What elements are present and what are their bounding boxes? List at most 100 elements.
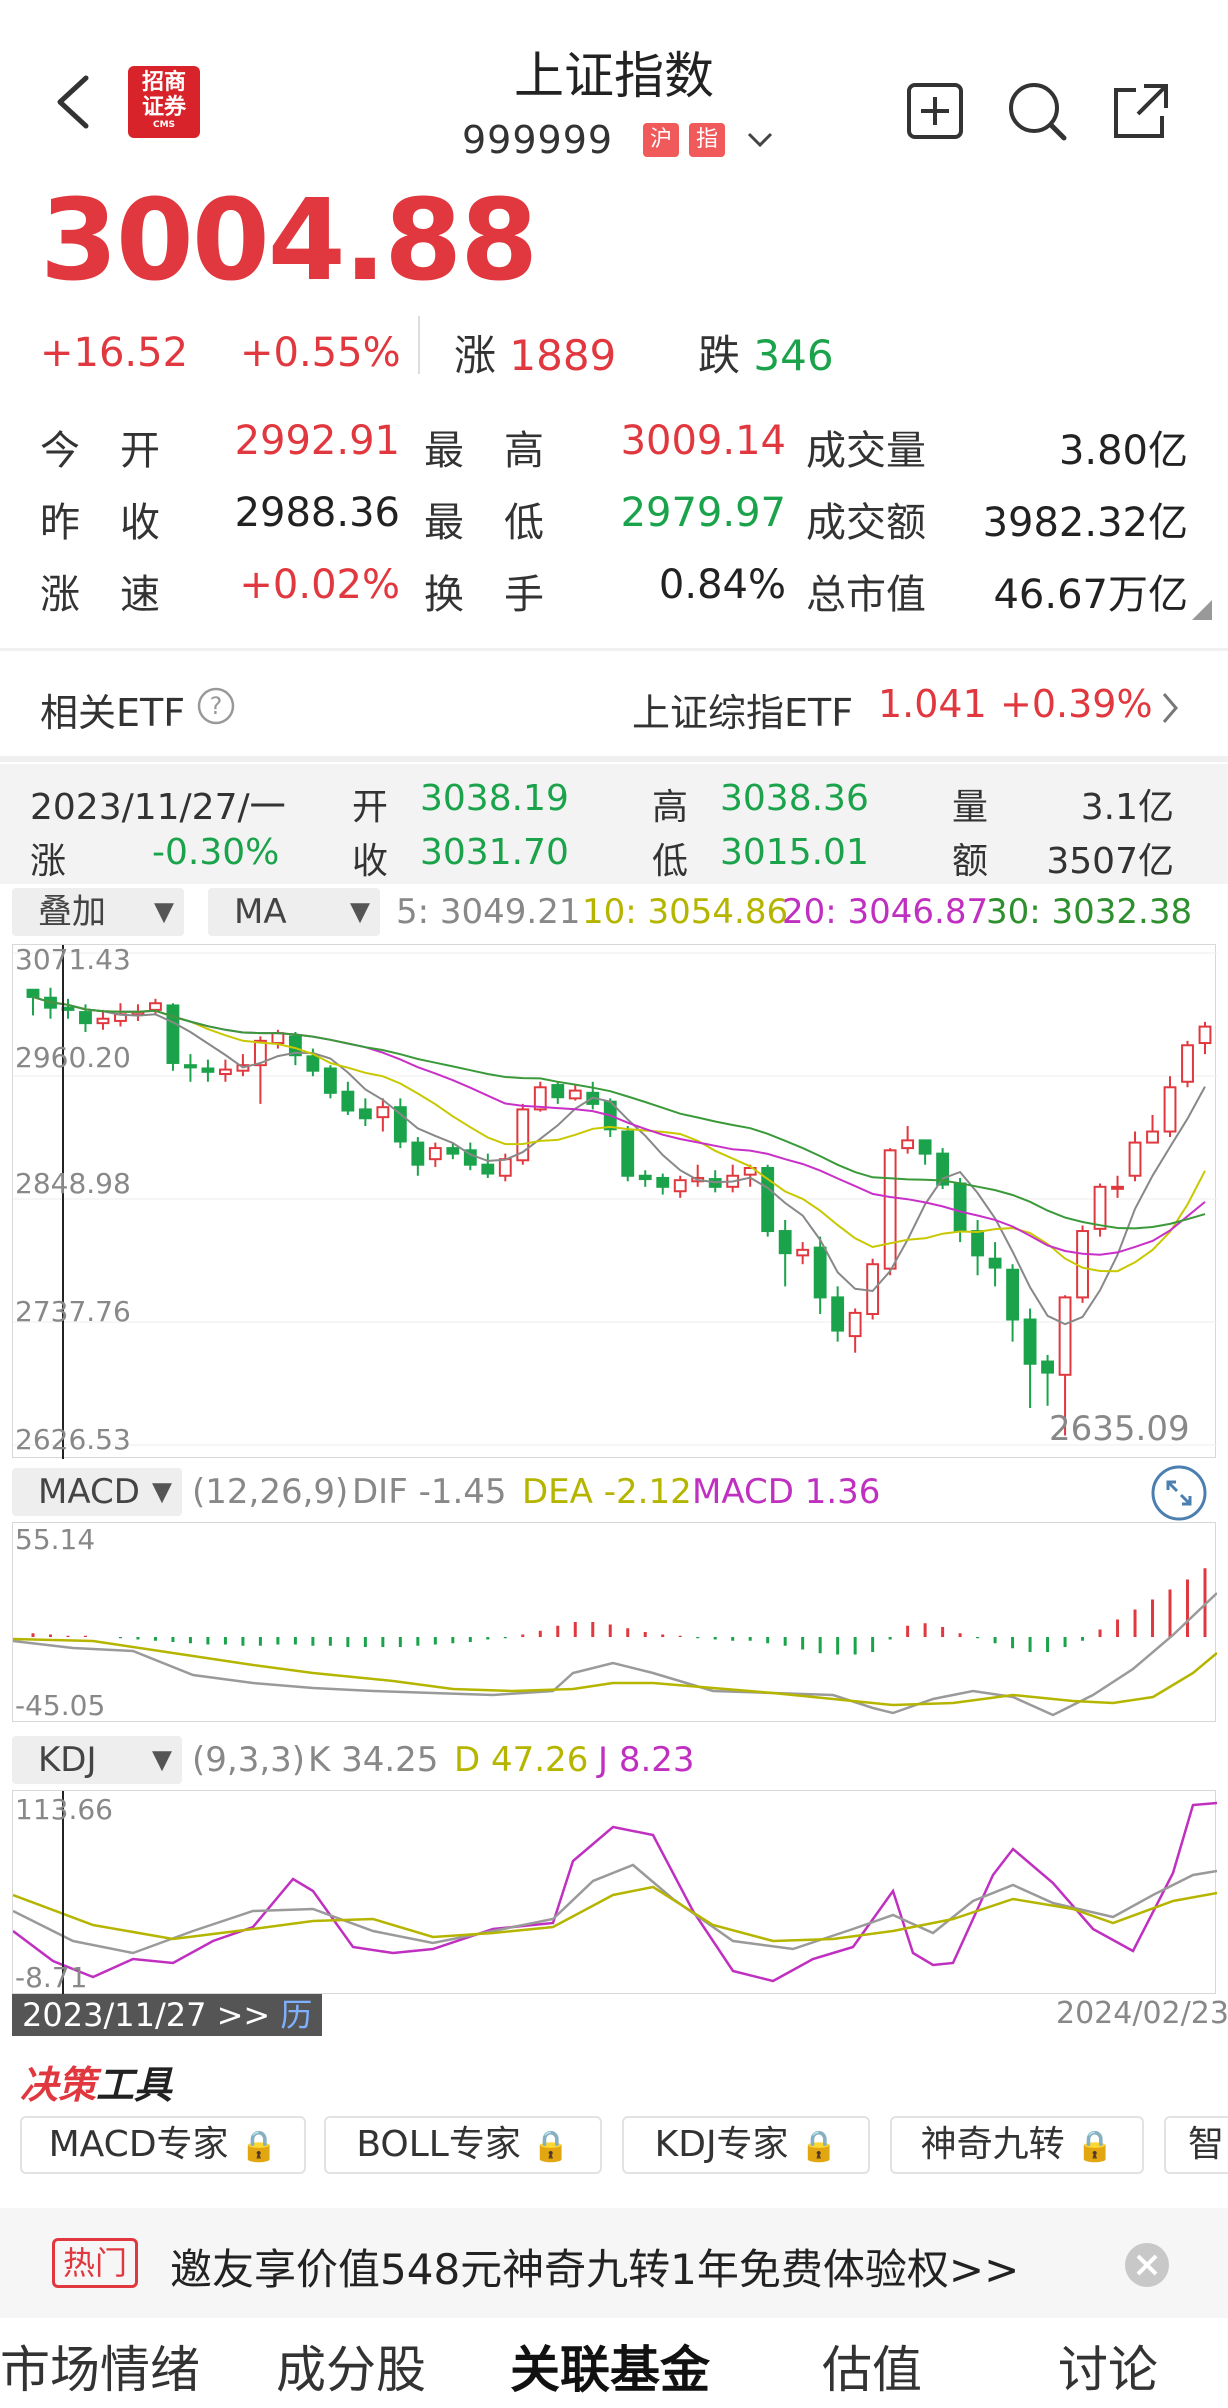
promo-banner[interactable]: 热门 邀友享价值548元神奇九转1年免费体验权>> xyxy=(0,2208,1228,2318)
ma5-value: 5: 3049.21 xyxy=(396,892,581,932)
candle-body xyxy=(673,1179,687,1193)
candle-body xyxy=(1093,1185,1107,1230)
stat-label: 今 开 xyxy=(40,428,160,474)
ma5-line xyxy=(32,995,1206,1326)
close-icon[interactable] xyxy=(1124,2242,1170,2288)
search-icon[interactable] xyxy=(1006,80,1068,142)
top-bar: 招商 证券 CMS 上证指数 999999 沪 指 xyxy=(0,0,1228,180)
ma10-line xyxy=(32,995,1206,1273)
promo-text: 邀友享价值548元神奇九转1年免费体验权>> xyxy=(170,2245,1020,2294)
stat-label: 涨 速 xyxy=(40,572,160,618)
add-watchlist-icon[interactable] xyxy=(906,82,964,140)
ma20-line xyxy=(32,995,1206,1256)
candle-body xyxy=(271,1032,285,1045)
etf-price: 1.041 xyxy=(878,682,987,726)
fullscreen-icon[interactable] xyxy=(1150,1464,1208,1522)
lock-icon: 🔒 xyxy=(1076,2129,1114,2164)
ma30-value: 30: 3032.38 xyxy=(986,892,1193,932)
chg-label: 涨 xyxy=(30,841,67,882)
candle-body xyxy=(358,1108,372,1120)
candle-body xyxy=(551,1084,565,1099)
back-arrow-icon[interactable] xyxy=(52,72,92,132)
amt-label: 额 xyxy=(952,841,989,882)
axis-label: 55.14 xyxy=(15,1523,96,1556)
magic-nine-button[interactable]: 神奇九转 🔒 xyxy=(890,2116,1144,2174)
macd-expert-button[interactable]: MACD专家 🔒 xyxy=(20,2116,306,2174)
candle-body xyxy=(184,1064,197,1069)
divider xyxy=(418,316,420,374)
price-change-pct: +0.55% xyxy=(240,330,401,376)
candle-body xyxy=(1041,1360,1054,1374)
lock-icon: 🔒 xyxy=(240,2129,278,2164)
tab-discussion[interactable]: 讨论 xyxy=(1058,2330,1158,2402)
open-label: 开 xyxy=(352,787,389,828)
last-price: 3004.88 xyxy=(40,176,538,306)
index-badge: 指 xyxy=(689,123,726,157)
open-value: 3038.19 xyxy=(420,778,569,819)
stat-label: 总市值 xyxy=(806,572,926,618)
candle-body xyxy=(796,1248,810,1257)
kdj-expert-button[interactable]: KDJ专家 🔒 xyxy=(622,2116,870,2174)
axis-label: 113.66 xyxy=(15,1793,113,1826)
tools-title: 决策工具 xyxy=(20,2063,173,2107)
axis-label: 2960.20 xyxy=(15,1041,131,1074)
candle-body xyxy=(971,1230,985,1257)
ma-dropdown[interactable]: MA ▼ xyxy=(208,888,380,936)
tab-constituents[interactable]: 成分股 xyxy=(276,2330,426,2402)
macd-dropdown[interactable]: MACD ▼ xyxy=(12,1468,182,1516)
candle-body xyxy=(866,1263,880,1315)
market-badge: 沪 xyxy=(643,123,680,157)
candle-body xyxy=(306,1055,320,1072)
macd-chart[interactable]: 55.14 -45.05 xyxy=(12,1522,1217,1722)
history-date-tag[interactable]: 2023/11/27 >> 历 xyxy=(12,1994,323,2036)
stat-value: 2979.97 xyxy=(620,490,786,536)
ma20-value: 20: 3046.87 xyxy=(782,892,989,932)
candle-body xyxy=(1163,1086,1177,1133)
candle-body xyxy=(813,1246,827,1299)
candle-body xyxy=(1058,1296,1072,1376)
candle-body xyxy=(166,1004,180,1064)
candle-body xyxy=(1006,1268,1020,1321)
kdj-chart[interactable]: 113.66 -8.71 xyxy=(12,1790,1217,1995)
overlay-dropdown[interactable]: 叠加 ▼ xyxy=(12,888,184,936)
tab-market-sentiment[interactable]: 市场情绪 xyxy=(0,2330,200,2402)
dea-value: DEA -2.12 xyxy=(522,1472,692,1512)
expand-corner-icon[interactable] xyxy=(1192,600,1212,620)
candle-body xyxy=(1023,1318,1037,1365)
axis-label: -8.71 xyxy=(15,1961,88,1994)
candle-body xyxy=(568,1089,582,1100)
tab-related-funds[interactable]: 关联基金 xyxy=(510,2330,710,2402)
candle-body xyxy=(149,1002,162,1011)
candle-body xyxy=(901,1139,915,1150)
candle-body xyxy=(1198,1025,1212,1045)
candle-body xyxy=(778,1230,792,1255)
code-row[interactable]: 999999 沪 指 xyxy=(462,118,775,162)
kdj-dropdown[interactable]: KDJ ▼ xyxy=(12,1736,182,1784)
candle-body xyxy=(446,1147,460,1155)
stat-label: 成交额 xyxy=(806,500,926,546)
end-date: 2024/02/23 xyxy=(1056,1996,1228,2031)
candle-body xyxy=(376,1106,390,1119)
stats-grid: 今 开 2992.91 最 高 3009.14 成交量 3.80亿 昨 收 29… xyxy=(0,414,1228,630)
candle-body xyxy=(1146,1130,1159,1144)
help-icon[interactable]: ? xyxy=(196,686,236,726)
stat-label: 最 低 xyxy=(424,500,544,546)
candle-body xyxy=(1111,1185,1124,1190)
stat-label: 昨 收 xyxy=(40,500,160,546)
candle-body xyxy=(481,1163,495,1175)
smart-tool-button[interactable]: 智 xyxy=(1164,2116,1228,2174)
candle-body xyxy=(638,1174,652,1181)
dea-line xyxy=(13,1637,1217,1707)
candlestick-chart[interactable]: 3071.43 2960.20 2848.98 2737.76 2626.53 … xyxy=(12,943,1217,1459)
candle-body xyxy=(953,1182,967,1233)
tab-valuation[interactable]: 估值 xyxy=(822,2330,922,2402)
vol-label: 量 xyxy=(952,787,989,828)
candle-body xyxy=(621,1130,635,1177)
related-etf-row[interactable]: 相关ETF ? 上证综指ETF 1.041 +0.39% xyxy=(0,660,1228,750)
axis-label: 3071.43 xyxy=(15,943,131,976)
candle-body xyxy=(411,1141,425,1166)
share-icon[interactable] xyxy=(1110,80,1172,142)
boll-expert-button[interactable]: BOLL专家 🔒 xyxy=(324,2116,602,2174)
vol-value: 3.1亿 xyxy=(1080,787,1174,828)
candle-body xyxy=(79,1011,92,1025)
